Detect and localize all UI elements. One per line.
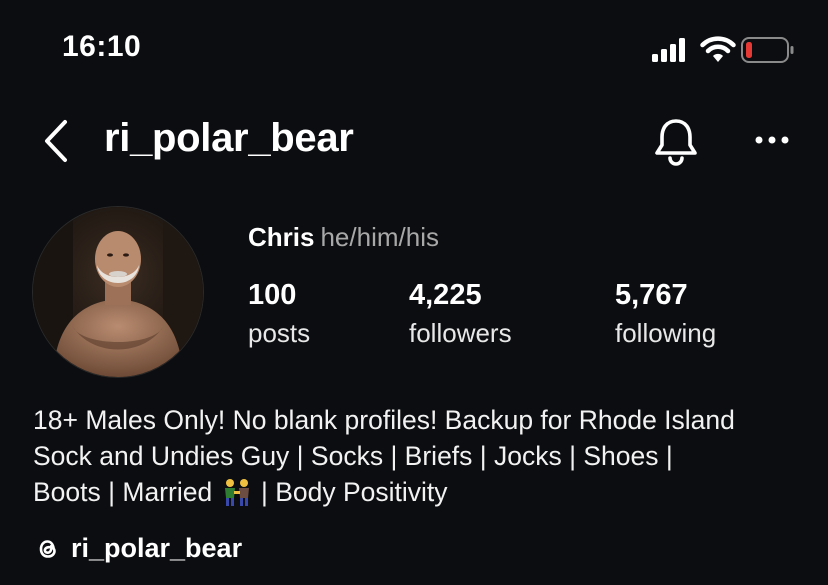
battery-icon	[741, 37, 794, 63]
stat-posts-value: 100	[248, 279, 297, 311]
profile-bio: 18+ Males Only! No blank profiles! Backu…	[33, 402, 813, 510]
avatar-photo	[33, 207, 203, 377]
stat-followers-label: followers	[409, 318, 512, 348]
bio-line: 18+ Males Only! No blank profiles! Backu…	[33, 405, 735, 435]
stat-followers-value: 4,225	[409, 279, 482, 311]
stat-posts-label: posts	[248, 318, 311, 348]
profile-pronouns: he/him/his	[320, 222, 439, 252]
profile-username-title: ri_polar_bear	[104, 116, 354, 160]
stat-followers[interactable]: 4,225 followers	[409, 279, 512, 349]
threads-profile-link[interactable]: ri_polar_bear	[33, 533, 242, 564]
profile-display-name: Chris	[248, 222, 315, 252]
threads-handle: ri_polar_bear	[71, 533, 243, 563]
wifi-icon	[700, 36, 736, 62]
stat-following-value: 5,767	[615, 279, 688, 311]
profile-name-row: Chris he/him/his	[248, 222, 439, 253]
stat-following[interactable]: 5,767 following	[615, 279, 716, 349]
bio-text: | Body Positivity	[260, 477, 448, 507]
more-horizontal-icon[interactable]	[752, 128, 792, 152]
bio-line: Sock and Undies Guy | Socks | Briefs | J…	[33, 441, 673, 471]
cellular-signal-icon	[652, 38, 685, 62]
stat-posts[interactable]: 100 posts	[248, 279, 310, 349]
threads-icon	[39, 539, 56, 558]
bell-icon[interactable]	[652, 116, 700, 166]
stat-following-label: following	[615, 318, 717, 348]
status-time: 16:10	[62, 30, 142, 63]
bio-text: Boots | Married	[33, 477, 213, 507]
men-holding-hands-emoji-icon	[224, 479, 249, 506]
profile-avatar[interactable]	[32, 206, 204, 378]
chevron-left-icon[interactable]	[38, 118, 74, 164]
bio-line: Boots | Married | Body Positivity	[33, 474, 813, 510]
